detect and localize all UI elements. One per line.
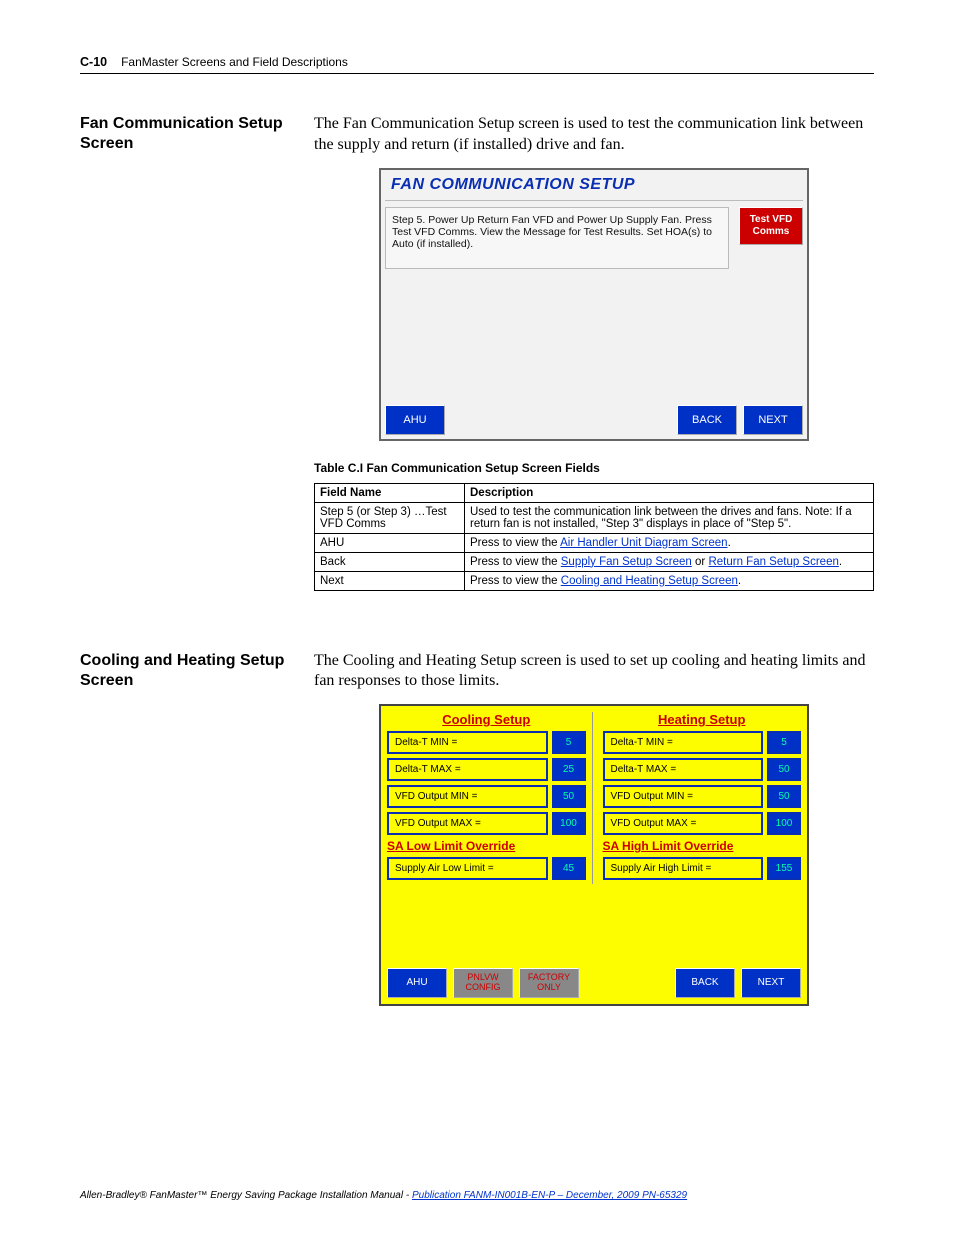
field-label: Supply Air Low Limit =: [387, 857, 548, 880]
back-button[interactable]: BACK: [677, 405, 737, 435]
field-value[interactable]: 45: [552, 857, 586, 880]
field-value[interactable]: 5: [552, 731, 586, 754]
next-button[interactable]: NEXT: [743, 405, 803, 435]
sa-high-limit-heading: SA High Limit Override: [603, 839, 802, 853]
section-body: The Cooling and Heating Setup screen is …: [314, 651, 874, 693]
field-value[interactable]: 50: [767, 758, 801, 781]
link-ahu-diagram[interactable]: Air Handler Unit Diagram Screen: [560, 537, 727, 549]
back-button[interactable]: BACK: [675, 968, 735, 998]
field-label: Delta-T MIN =: [387, 731, 548, 754]
link-cooling-heating[interactable]: Cooling and Heating Setup Screen: [561, 575, 738, 587]
breadcrumb: FanMaster Screens and Field Descriptions: [121, 55, 348, 69]
table-row: Step 5 (or Step 3) …Test VFD Comms Used …: [315, 502, 874, 533]
field-label: Supply Air High Limit =: [603, 857, 764, 880]
page-number: C-10: [80, 55, 107, 69]
field-value[interactable]: 25: [552, 758, 586, 781]
th-description: Description: [465, 483, 874, 502]
field-value[interactable]: 50: [767, 785, 801, 808]
screen-title: FAN COMMUNICATION SETUP: [385, 174, 803, 201]
ahu-button[interactable]: AHU: [387, 968, 447, 998]
field-value[interactable]: 5: [767, 731, 801, 754]
sa-low-limit-heading: SA Low Limit Override: [387, 839, 586, 853]
field-value[interactable]: 155: [767, 857, 801, 880]
page-footer: Allen-Bradley® FanMaster™ Energy Saving …: [80, 1190, 874, 1201]
table-row: AHU Press to view the Air Handler Unit D…: [315, 533, 874, 552]
table-row: Next Press to view the Cooling and Heati…: [315, 571, 874, 590]
field-value[interactable]: 100: [552, 812, 586, 835]
cooling-title: Cooling Setup: [387, 712, 586, 727]
next-button[interactable]: NEXT: [741, 968, 801, 998]
th-fieldname: Field Name: [315, 483, 465, 502]
field-label: VFD Output MAX =: [603, 812, 764, 835]
field-value[interactable]: 50: [552, 785, 586, 808]
field-label: VFD Output MAX =: [387, 812, 548, 835]
section-heading: Cooling and Heating Setup Screen: [80, 651, 290, 691]
page-header: C-10 FanMaster Screens and Field Descrip…: [80, 55, 874, 74]
publication-link[interactable]: Publication FANM-IN001B-EN-P – December,…: [412, 1190, 687, 1201]
field-label: Delta-T MAX =: [387, 758, 548, 781]
factory-only-button[interactable]: FACTORY ONLY: [519, 968, 579, 998]
ahu-button[interactable]: AHU: [385, 405, 445, 435]
heating-title: Heating Setup: [603, 712, 802, 727]
link-supply-fan[interactable]: Supply Fan Setup Screen: [561, 556, 692, 568]
field-label: Delta-T MAX =: [603, 758, 764, 781]
link-return-fan[interactable]: Return Fan Setup Screen: [708, 556, 838, 568]
field-value[interactable]: 100: [767, 812, 801, 835]
section-body: The Fan Communication Setup screen is us…: [314, 114, 874, 156]
cooling-heating-screenshot: Cooling Setup Delta-T MIN =5 Delta-T MAX…: [379, 704, 809, 1006]
table-caption: Table C.I Fan Communication Setup Screen…: [314, 461, 874, 475]
section-heading: Fan Communication Setup Screen: [80, 114, 290, 154]
fields-table: Field Name Description Step 5 (or Step 3…: [314, 483, 874, 591]
pnlvw-config-button[interactable]: PNLVW CONFIG: [453, 968, 513, 998]
table-row: Back Press to view the Supply Fan Setup …: [315, 552, 874, 571]
field-label: VFD Output MIN =: [387, 785, 548, 808]
test-vfd-comms-button[interactable]: Test VFD Comms: [739, 207, 803, 245]
field-label: Delta-T MIN =: [603, 731, 764, 754]
fan-comm-screenshot: FAN COMMUNICATION SETUP Step 5. Power Up…: [379, 168, 809, 441]
field-label: VFD Output MIN =: [603, 785, 764, 808]
step-text: Step 5. Power Up Return Fan VFD and Powe…: [385, 207, 729, 269]
